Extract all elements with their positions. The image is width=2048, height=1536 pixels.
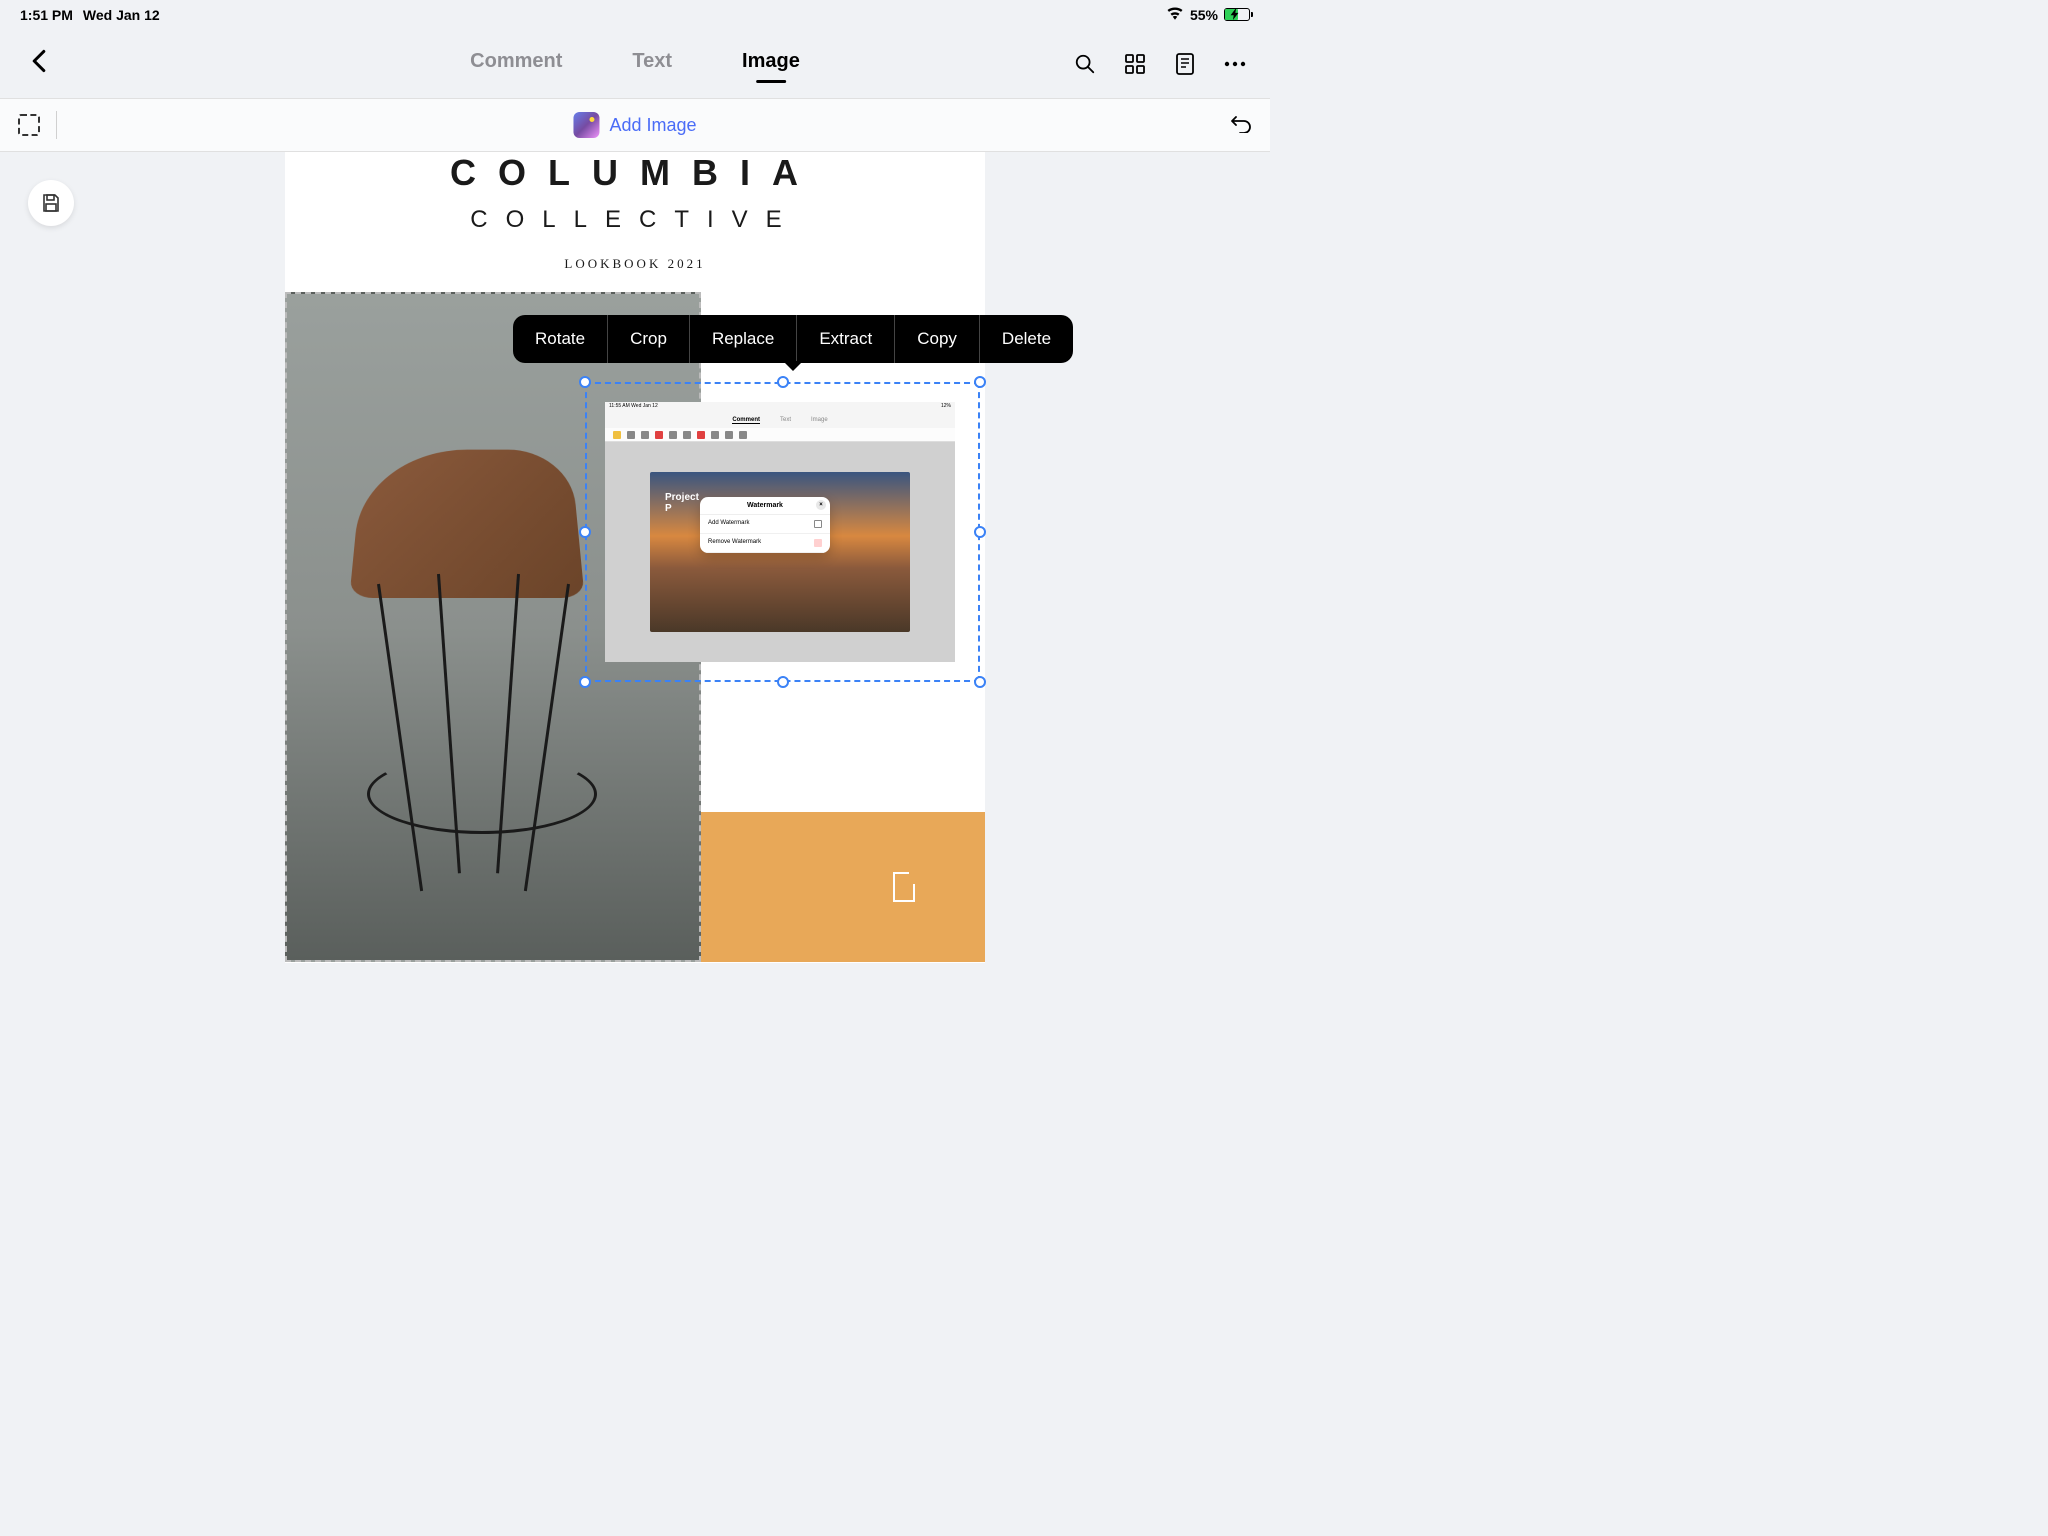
doc-orange-panel <box>701 812 985 962</box>
battery-pct: 55% <box>1190 7 1218 23</box>
doc-title-sub: COLLECTIVE <box>285 206 985 234</box>
inner-toolbar <box>605 428 955 442</box>
canvas-area[interactable]: COLUMBIA COLLECTIVE LOOKBOOK 2021 Rotate… <box>0 152 1270 963</box>
add-image-button[interactable]: Add Image <box>573 112 696 138</box>
tab-text[interactable]: Text <box>632 50 672 77</box>
selected-image[interactable]: 11:55 AM Wed Jan 12 12% Comment Text Ima… <box>585 382 980 682</box>
menu-crop[interactable]: Crop <box>608 315 690 363</box>
selection-tool-icon[interactable] <box>18 114 40 136</box>
tab-image[interactable]: Image <box>742 50 800 77</box>
reader-icon[interactable] <box>1174 53 1196 75</box>
context-menu: Rotate Crop Replace Extract Copy Delete <box>513 315 1073 363</box>
inserted-image-content[interactable]: 11:55 AM Wed Jan 12 12% Comment Text Ima… <box>605 402 955 662</box>
chair-icon <box>893 872 915 902</box>
status-time: 1:51 PM <box>20 7 73 23</box>
more-icon[interactable] <box>1224 53 1246 75</box>
undo-button[interactable] <box>1228 113 1252 138</box>
add-image-icon <box>573 112 599 138</box>
menu-extract[interactable]: Extract <box>797 315 895 363</box>
resize-handle-mr[interactable] <box>974 526 986 538</box>
menu-delete[interactable]: Delete <box>980 315 1073 363</box>
divider <box>56 111 57 139</box>
battery-icon <box>1224 8 1250 21</box>
menu-replace[interactable]: Replace <box>690 315 797 363</box>
wifi-icon <box>1166 6 1184 23</box>
toolbar: Add Image <box>0 98 1270 152</box>
doc-title-main: COLUMBIA <box>285 152 985 194</box>
inner-watermark-popup: Watermark × Add Watermark Remove Waterma… <box>700 497 830 553</box>
save-button[interactable] <box>28 180 74 226</box>
resize-handle-tl[interactable] <box>579 376 591 388</box>
top-nav: Comment Text Image <box>0 29 1270 98</box>
popup-close-icon: × <box>816 500 826 510</box>
resize-handle-bm[interactable] <box>777 676 789 688</box>
menu-rotate[interactable]: Rotate <box>513 315 608 363</box>
grid-icon[interactable] <box>1124 53 1146 75</box>
inner-status-bar: 11:55 AM Wed Jan 12 12% <box>605 402 955 412</box>
menu-copy[interactable]: Copy <box>895 315 980 363</box>
resize-handle-br[interactable] <box>974 676 986 688</box>
search-icon[interactable] <box>1074 53 1096 75</box>
doc-title-year: LOOKBOOK 2021 <box>285 256 985 272</box>
inner-nav: Comment Text Image <box>605 412 955 428</box>
status-date: Wed Jan 12 <box>83 7 160 23</box>
tab-comment[interactable]: Comment <box>470 50 562 77</box>
back-button[interactable] <box>24 43 54 84</box>
resize-handle-bl[interactable] <box>579 676 591 688</box>
resize-handle-tm[interactable] <box>777 376 789 388</box>
resize-handle-ml[interactable] <box>579 526 591 538</box>
resize-handle-tr[interactable] <box>974 376 986 388</box>
status-bar: 1:51 PM Wed Jan 12 55% <box>0 0 1270 29</box>
add-image-label: Add Image <box>609 115 696 136</box>
